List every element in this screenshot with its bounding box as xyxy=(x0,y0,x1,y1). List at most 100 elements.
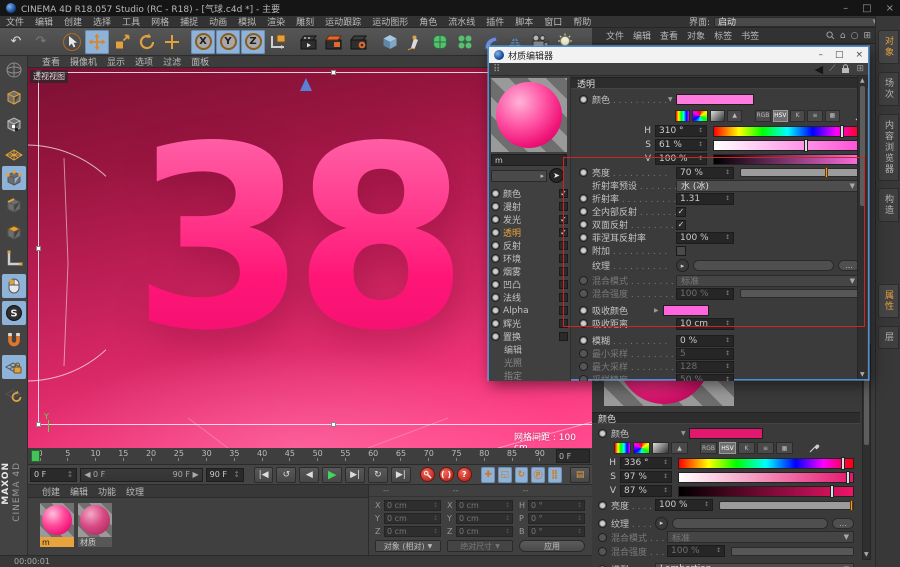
channel-label[interactable]: 置换 xyxy=(503,330,559,343)
hsv-mode-tab[interactable]: HSV xyxy=(772,109,788,122)
channel-label[interactable]: 反射 xyxy=(503,239,559,252)
transparency-section-header[interactable]: 透明 xyxy=(571,77,868,90)
blend-mode-dropdown[interactable]: 标准 ▼ xyxy=(676,274,860,287)
attr-value-slider[interactable] xyxy=(678,484,854,498)
key-scale-toggle[interactable]: ◱ xyxy=(498,466,512,483)
channel-checkbox[interactable] xyxy=(559,332,568,341)
tab-layers[interactable]: 层 xyxy=(878,326,899,349)
channel-radio[interactable] xyxy=(491,254,500,263)
spectrum-picker-icon[interactable] xyxy=(675,109,691,122)
menu-item[interactable]: 文件 xyxy=(6,18,24,28)
attr-hue-field[interactable]: 336 ° ↕ xyxy=(620,457,672,469)
expand-icon[interactable]: ⊞ xyxy=(856,64,864,74)
shading-model-dropdown[interactable]: Lambertian▼ xyxy=(655,563,854,567)
max-samples-field[interactable]: 128 ↕ xyxy=(676,360,734,373)
render-settings-button[interactable] xyxy=(347,30,371,54)
render-to-picture-viewer-button[interactable] xyxy=(322,30,346,54)
channel-radio[interactable] xyxy=(491,215,500,224)
key-rotation-toggle[interactable]: ↻ xyxy=(514,466,529,483)
k-mode-tab[interactable]: K xyxy=(738,442,755,454)
home-icon[interactable]: ⌂ xyxy=(840,31,846,41)
channel-radio[interactable] xyxy=(598,500,607,510)
dialog-edit-item[interactable]: 编辑 xyxy=(491,343,568,356)
color-section-header[interactable]: 颜色 xyxy=(592,412,860,425)
channel-row[interactable]: 辉光 xyxy=(491,317,568,330)
subdivision-surface-button[interactable] xyxy=(428,30,452,54)
blend-strength-slider[interactable] xyxy=(740,289,862,298)
preview-pointer-button[interactable]: ➤ xyxy=(549,168,564,183)
hsv-mode-tab[interactable]: HSV xyxy=(719,442,736,454)
goto-end-button[interactable]: ▶| xyxy=(390,466,411,483)
object-manager-menu-item[interactable]: 标签 xyxy=(714,32,732,42)
channel-checkbox[interactable] xyxy=(559,306,568,315)
play-backwards-button[interactable]: ↺ xyxy=(276,466,297,483)
snap-s-icon[interactable]: S xyxy=(1,301,26,325)
menu-item[interactable]: 插件 xyxy=(486,18,504,28)
object-manager-menu-item[interactable]: 文件 xyxy=(606,32,624,42)
swatches-mode-icon[interactable]: ▦ xyxy=(776,442,793,454)
selection-handle[interactable] xyxy=(331,70,336,75)
channel-label[interactable]: 透明 xyxy=(503,226,559,239)
attr-blend-strength-field[interactable]: 100 % ↕ xyxy=(667,545,725,557)
menu-item[interactable]: 脚本 xyxy=(515,18,533,28)
viewport-menu-item[interactable]: 过滤 xyxy=(163,58,181,68)
dialog-assign-item[interactable]: 指定 xyxy=(491,369,568,382)
blend-strength-field[interactable]: 100 % ↕ xyxy=(676,287,734,300)
search-icon[interactable] xyxy=(826,31,835,40)
move-tool[interactable] xyxy=(85,29,109,54)
tab-attributes[interactable]: 属性 xyxy=(878,284,899,318)
channel-row[interactable]: 漫射 xyxy=(491,200,568,213)
channel-label[interactable]: 颜色 xyxy=(503,187,559,200)
convert-object-icon[interactable] xyxy=(2,58,26,82)
menu-item[interactable]: 网格 xyxy=(151,18,169,28)
channel-radio[interactable] xyxy=(491,189,500,198)
menu-item[interactable]: 渲染 xyxy=(267,18,285,28)
channel-row[interactable]: Alpha xyxy=(491,304,568,317)
dialog-illumination-item[interactable]: 光照 xyxy=(491,356,568,369)
camera-marker[interactable] xyxy=(300,78,312,91)
drag-handle-icon[interactable]: ⠿ xyxy=(493,64,500,75)
channel-label[interactable]: Alpha xyxy=(503,306,559,316)
magnet-snap-icon[interactable] xyxy=(2,328,26,352)
channel-radio[interactable] xyxy=(579,233,588,242)
render-view-button[interactable] xyxy=(297,30,321,54)
preview-size-dropdown[interactable]: ▸ xyxy=(491,169,547,182)
dialog-close-button[interactable]: × xyxy=(855,50,863,60)
viewport-menu-item[interactable]: 查看 xyxy=(42,58,60,68)
selection-handle[interactable] xyxy=(36,246,41,251)
tab-structure[interactable]: 构造 xyxy=(878,188,899,222)
attr-texture-field[interactable] xyxy=(672,517,828,529)
channel-checkbox[interactable] xyxy=(559,319,568,328)
lock-workplane-icon[interactable] xyxy=(1,355,26,379)
sample-accuracy-field[interactable]: 50 % ↕ xyxy=(676,373,734,381)
dialog-titlebar[interactable]: 材质编辑器 – □ × xyxy=(489,47,868,63)
current-frame-field[interactable]: 0 F ↕ xyxy=(30,467,78,482)
channel-row[interactable]: 反射 xyxy=(491,239,568,252)
material-name-field[interactable]: m xyxy=(491,154,567,166)
brightness-field[interactable]: 70 % ↕ xyxy=(676,166,734,179)
channel-radio[interactable] xyxy=(491,319,500,328)
record-keyframe-button[interactable] xyxy=(420,467,436,483)
double-sided-checkbox[interactable]: ✓ xyxy=(676,219,686,230)
refraction-preset-dropdown[interactable]: 水 (冰) ▼ xyxy=(676,179,860,192)
saturation-slider[interactable] xyxy=(713,138,862,152)
workplane-mode-icon[interactable] xyxy=(2,139,26,163)
next-frame-button[interactable]: ▶| xyxy=(345,466,365,483)
object-manager-menu-item[interactable]: 查看 xyxy=(660,32,678,42)
attr-blend-mode-dropdown[interactable]: 标准 ▼ xyxy=(667,531,854,544)
object-manager-menu-item[interactable]: 书签 xyxy=(741,32,759,42)
size-x-field[interactable]: 0 cm ↕ xyxy=(456,500,513,511)
channel-row[interactable]: 凹凸 xyxy=(491,278,568,291)
channel-checkbox[interactable] xyxy=(559,228,568,237)
menu-item[interactable]: 流水线 xyxy=(448,18,475,28)
channel-radio[interactable] xyxy=(491,293,500,302)
channel-radio[interactable] xyxy=(491,267,500,276)
channel-label[interactable]: 凹凸 xyxy=(503,278,559,291)
points-mode-icon[interactable] xyxy=(1,166,26,190)
channel-radio[interactable] xyxy=(579,306,588,315)
key-parameter-toggle[interactable]: Ⓟ xyxy=(531,466,545,483)
dialog-scrollbar[interactable]: ▲ ▼ xyxy=(857,76,867,379)
channel-radio[interactable] xyxy=(491,306,500,315)
redo-button[interactable]: ↷ xyxy=(29,30,53,54)
channel-row[interactable]: 法线 xyxy=(491,291,568,304)
